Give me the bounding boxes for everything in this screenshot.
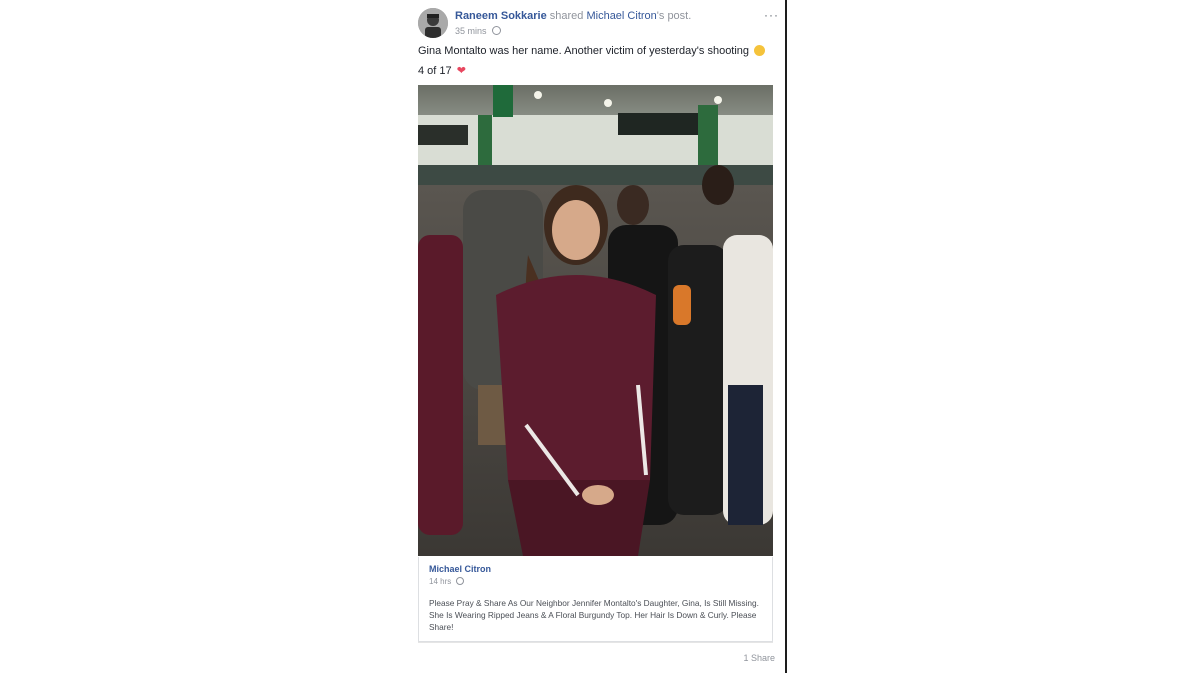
shared-meta: 14 hrs xyxy=(429,577,465,586)
post-photo[interactable] xyxy=(418,85,773,556)
crying-face-icon xyxy=(754,45,766,56)
feed-post: Raneem Sokkarie shared Michael Citron's … xyxy=(410,0,787,673)
shared-post-preview[interactable]: Michael Citron 14 hrs Please Pray & Shar… xyxy=(418,557,773,642)
post-text-body: Gina Montalto was her name. Another vict… xyxy=(418,45,750,57)
post-timestamp[interactable]: 35 mins xyxy=(455,26,487,36)
shared-timestamp[interactable]: 14 hrs xyxy=(429,577,451,586)
more-options-icon[interactable]: ··· xyxy=(764,8,779,22)
shared-post-text: Please Pray & Share As Our Neighbor Jenn… xyxy=(429,598,759,632)
post-header: Raneem Sokkarie shared Michael Citron's … xyxy=(418,6,783,42)
original-author-link[interactable]: Michael Citron xyxy=(586,10,656,22)
broken-heart-icon: ❤ xyxy=(456,65,466,77)
globe-icon xyxy=(492,26,502,35)
post-attribution: Raneem Sokkarie shared Michael Citron's … xyxy=(455,10,691,22)
page: Raneem Sokkarie shared Michael Citron's … xyxy=(0,0,1200,673)
globe-icon xyxy=(456,577,465,585)
post-text: Gina Montalto was her name. Another vict… xyxy=(418,45,766,57)
post-counter: 4 of 17 ❤ xyxy=(418,64,466,77)
post-author-link[interactable]: Raneem Sokkarie xyxy=(455,10,547,22)
counter-text: 4 of 17 xyxy=(418,65,452,77)
divider xyxy=(418,642,773,643)
post-object: 's post. xyxy=(656,10,692,22)
shared-verb: shared xyxy=(546,10,587,22)
shared-author-link[interactable]: Michael Citron xyxy=(429,564,491,574)
avatar[interactable] xyxy=(418,8,448,38)
share-count-link[interactable]: 1 Share xyxy=(743,653,775,663)
post-meta: 35 mins xyxy=(455,26,502,36)
